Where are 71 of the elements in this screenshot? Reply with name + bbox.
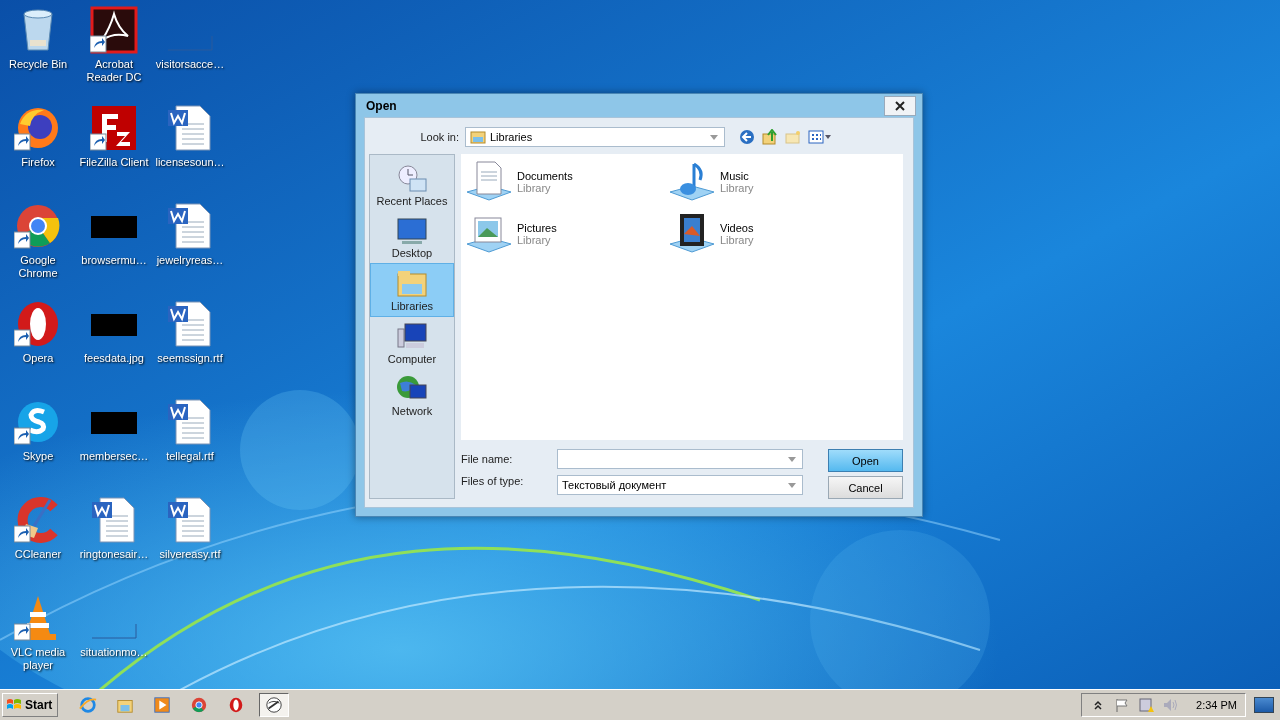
icon-label[interactable]: tellegal.rtf: [166, 450, 214, 463]
back-arrow-icon[interactable]: [739, 129, 755, 145]
icon-label[interactable]: FileZilla Client: [79, 156, 149, 169]
document-icon: [465, 160, 513, 204]
word-document-icon[interactable]: [166, 496, 214, 544]
word-document-icon[interactable]: [90, 496, 138, 544]
folder-icon: [470, 130, 486, 144]
icon-label[interactable]: licensesoun…: [155, 156, 225, 169]
icon-label[interactable]: jewelryreas…: [156, 254, 224, 267]
windows-logo-icon: [6, 698, 22, 712]
word-document-icon[interactable]: [166, 104, 214, 152]
ie-icon: [79, 696, 98, 714]
folder-icon: [396, 268, 428, 298]
window-title: Open: [366, 98, 397, 113]
library-item[interactable]: Documents Library: [465, 156, 668, 208]
open-button[interactable]: Open: [828, 449, 903, 472]
folder-up-icon[interactable]: [762, 129, 778, 145]
play-button-icon: [153, 696, 172, 714]
field-label: File name:: [461, 453, 514, 465]
clock-folder-icon: [396, 163, 428, 193]
dropdown-arrow-icon: [710, 134, 718, 140]
icon-label[interactable]: VLC media player: [0, 646, 76, 672]
icon-label[interactable]: CCleaner: [14, 548, 62, 561]
show-desktop-button[interactable]: [1254, 697, 1274, 713]
view-grid-icon[interactable]: [808, 129, 832, 145]
icon-label[interactable]: membersec…: [79, 450, 149, 463]
music-note-icon: [668, 160, 716, 204]
place-item[interactable]: Libraries: [370, 263, 454, 317]
look-in-dropdown[interactable]: Libraries: [465, 127, 725, 147]
library-item[interactable]: Music Library: [668, 156, 871, 208]
icon-label[interactable]: seemssign.rtf: [157, 352, 223, 365]
dropdown-arrow-icon: [788, 482, 796, 488]
word-document-icon[interactable]: [166, 202, 214, 250]
icon-label[interactable]: Recycle Bin: [8, 58, 68, 71]
icon-label[interactable]: feesdata.jpg: [84, 352, 144, 365]
icon-label[interactable]: ringtonesair…: [79, 548, 149, 561]
library-item[interactable]: Pictures Library: [465, 208, 668, 260]
place-item[interactable]: Desktop: [370, 211, 454, 263]
icon-label[interactable]: Google Chrome: [0, 254, 76, 280]
word-document-icon[interactable]: [166, 398, 214, 446]
icon-label[interactable]: browsermu…: [81, 254, 147, 267]
pdf-app-icon[interactable]: [90, 6, 138, 54]
icon-label[interactable]: Acrobat Reader DC: [76, 58, 152, 84]
file-name-field[interactable]: [557, 449, 803, 469]
film-strip-icon: [668, 212, 716, 256]
place-item[interactable]: Network: [370, 369, 454, 421]
clock[interactable]: 2:34 PM: [1196, 699, 1237, 711]
icon-label[interactable]: visitorsacce…: [155, 58, 225, 71]
flag-icon[interactable]: [1114, 697, 1131, 713]
computer-icon: [396, 321, 428, 351]
start-button[interactable]: Start: [2, 693, 59, 717]
dropdown-arrow-icon: [788, 456, 796, 462]
pen-icon: [265, 696, 284, 714]
icon-label[interactable]: Firefox: [21, 156, 55, 169]
place-item[interactable]: Computer: [370, 317, 454, 369]
icon-label[interactable]: Skype: [22, 450, 54, 463]
field-label: Look in:: [419, 131, 460, 143]
file-type-dropdown[interactable]: Текстовый документ: [557, 475, 803, 495]
cancel-button[interactable]: Cancel: [828, 476, 903, 499]
close-icon: [895, 100, 905, 111]
word-document-icon[interactable]: [166, 300, 214, 348]
library-item[interactable]: Videos Library: [668, 208, 871, 260]
fz-app-icon[interactable]: [90, 104, 138, 152]
field-label: Files of type:: [461, 475, 525, 487]
icon-label[interactable]: Opera: [22, 352, 54, 365]
chrome-circle-icon[interactable]: [14, 202, 62, 250]
place-item[interactable]: Recent Places: [370, 159, 454, 211]
close-button[interactable]: [884, 95, 916, 116]
taskbar-button[interactable]: [259, 693, 290, 717]
monitor-icon: [396, 215, 428, 245]
chrome-circle-icon: [190, 696, 209, 714]
